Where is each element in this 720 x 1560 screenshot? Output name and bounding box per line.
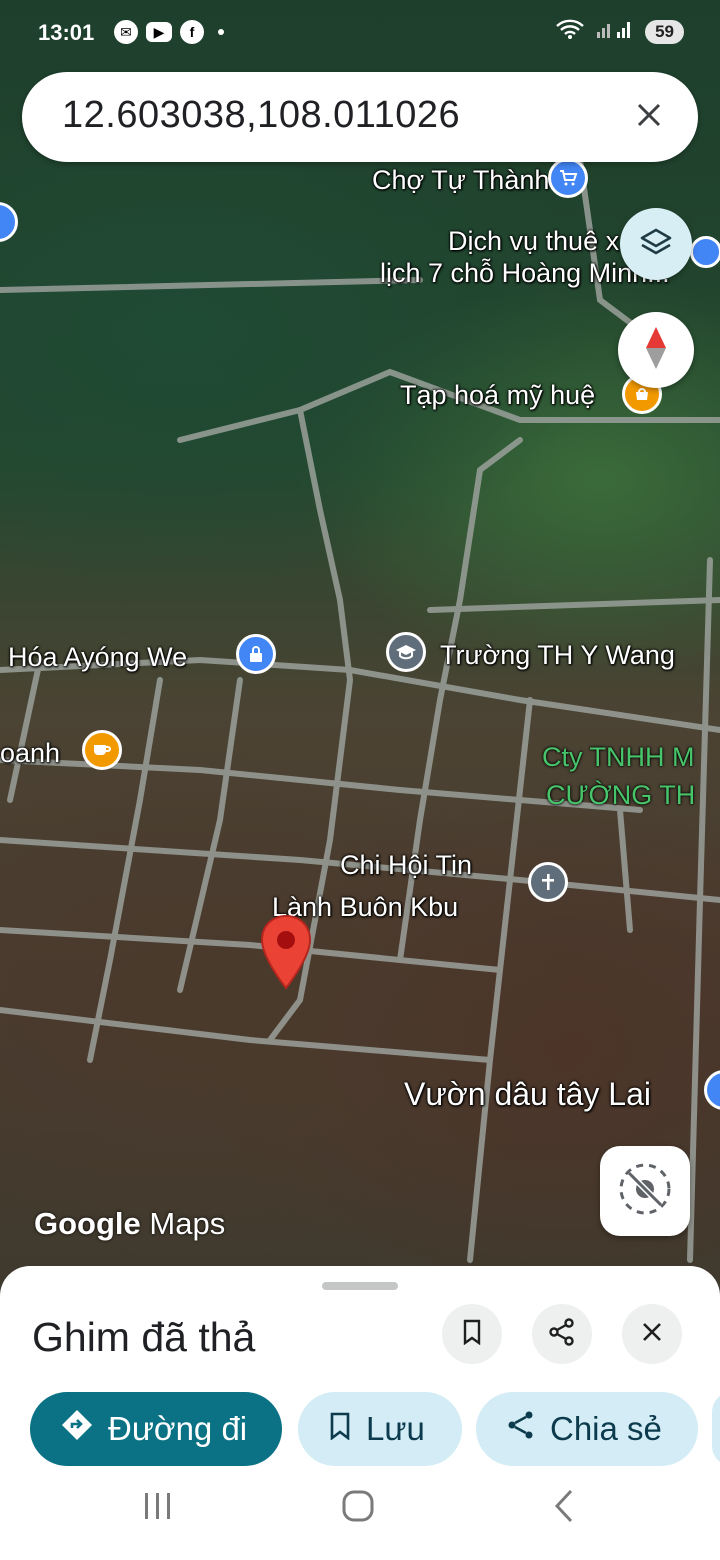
share-label: Chia sẻ — [550, 1410, 662, 1447]
share-icon — [506, 1410, 536, 1448]
status-bar: 13:01 ✉ ▶ f 59 — [0, 0, 720, 64]
wifi-icon — [555, 18, 585, 46]
close-sheet-button[interactable] — [622, 1304, 682, 1364]
directions-button[interactable]: Đường đi — [30, 1392, 282, 1466]
home-icon — [341, 1489, 375, 1528]
bookmark-icon — [328, 1410, 352, 1448]
watermark-maps: Maps — [149, 1206, 226, 1241]
car-rental-icon[interactable] — [690, 236, 720, 268]
save-label: Lưu — [366, 1410, 425, 1447]
location-disabled-icon — [615, 1159, 675, 1224]
close-icon — [641, 1321, 663, 1348]
system-nav-bar — [0, 1466, 720, 1560]
share-icon — [548, 1317, 576, 1351]
church-icon[interactable] — [528, 862, 568, 902]
compass-icon — [643, 325, 669, 376]
close-icon — [635, 101, 663, 134]
bookmark-button[interactable] — [442, 1304, 502, 1364]
map-label-truong[interactable]: Trường TH Y Wang — [440, 640, 675, 671]
map-label-vuon-dau[interactable]: Vườn dâu tây Lai — [404, 1076, 651, 1113]
status-time: 13:01 — [38, 20, 95, 45]
map-label-tap-hoa[interactable]: Tạp hoá mỹ huệ — [400, 380, 595, 411]
search-bar[interactable]: 12.603038,108.011026 — [22, 72, 698, 162]
directions-icon — [60, 1408, 94, 1450]
map-view[interactable]: Chợ Tự Thành Dịch vụ thuê x lịch 7 chỗ H… — [0, 0, 720, 1300]
drag-handle[interactable] — [322, 1282, 398, 1290]
back-icon — [553, 1489, 575, 1528]
notification-dot-icon — [218, 29, 224, 35]
bookmark-icon — [461, 1319, 483, 1350]
map-label-chi-hoi-line1[interactable]: Chi Hội Tin — [340, 850, 472, 881]
map-label-cho-tu-thanh[interactable]: Chợ Tự Thành — [372, 165, 549, 196]
cart-icon[interactable] — [548, 158, 588, 198]
watermark-google: Google — [34, 1206, 141, 1241]
sheet-title: Ghim đã thả — [32, 1314, 256, 1360]
map-label-cty-line1[interactable]: Cty TNHH M — [542, 742, 695, 773]
search-query[interactable]: 12.603038,108.011026 — [62, 94, 460, 137]
layers-icon — [638, 224, 674, 265]
battery-indicator: 59 — [645, 20, 684, 44]
recents-icon — [142, 1491, 174, 1526]
directions-label: Đường đi — [108, 1410, 248, 1447]
map-label-dich-vu-line1[interactable]: Dịch vụ thuê x — [448, 226, 619, 257]
share-icon-button[interactable] — [532, 1304, 592, 1364]
compass-button[interactable] — [618, 312, 694, 388]
layers-button[interactable] — [620, 208, 692, 280]
lock-shop-icon[interactable] — [236, 634, 276, 674]
messenger-icon: ✉ — [114, 20, 138, 44]
dropped-pin-icon[interactable] — [260, 914, 312, 995]
recent-apps-button[interactable] — [138, 1488, 178, 1528]
home-button[interactable] — [338, 1488, 378, 1528]
google-maps-watermark: Google Maps — [34, 1206, 225, 1242]
map-label-hoa-ayong[interactable]: Hóa Ayóng We — [8, 642, 187, 673]
back-button[interactable] — [544, 1488, 584, 1528]
signal-icon — [595, 18, 635, 46]
share-button[interactable]: Chia sẻ — [476, 1392, 698, 1466]
save-button[interactable]: Lưu — [298, 1392, 462, 1466]
youtube-icon: ▶ — [146, 22, 172, 42]
clear-search-button[interactable] — [624, 92, 674, 142]
map-label-banh[interactable]: oanh — [0, 738, 60, 769]
school-icon[interactable] — [386, 632, 426, 672]
facebook-icon: f — [180, 20, 204, 44]
my-location-button[interactable] — [600, 1146, 690, 1236]
map-label-cty-line2[interactable]: CƯỜNG TH — [546, 780, 695, 811]
cafe-icon[interactable] — [82, 730, 122, 770]
more-chip[interactable] — [712, 1392, 720, 1466]
